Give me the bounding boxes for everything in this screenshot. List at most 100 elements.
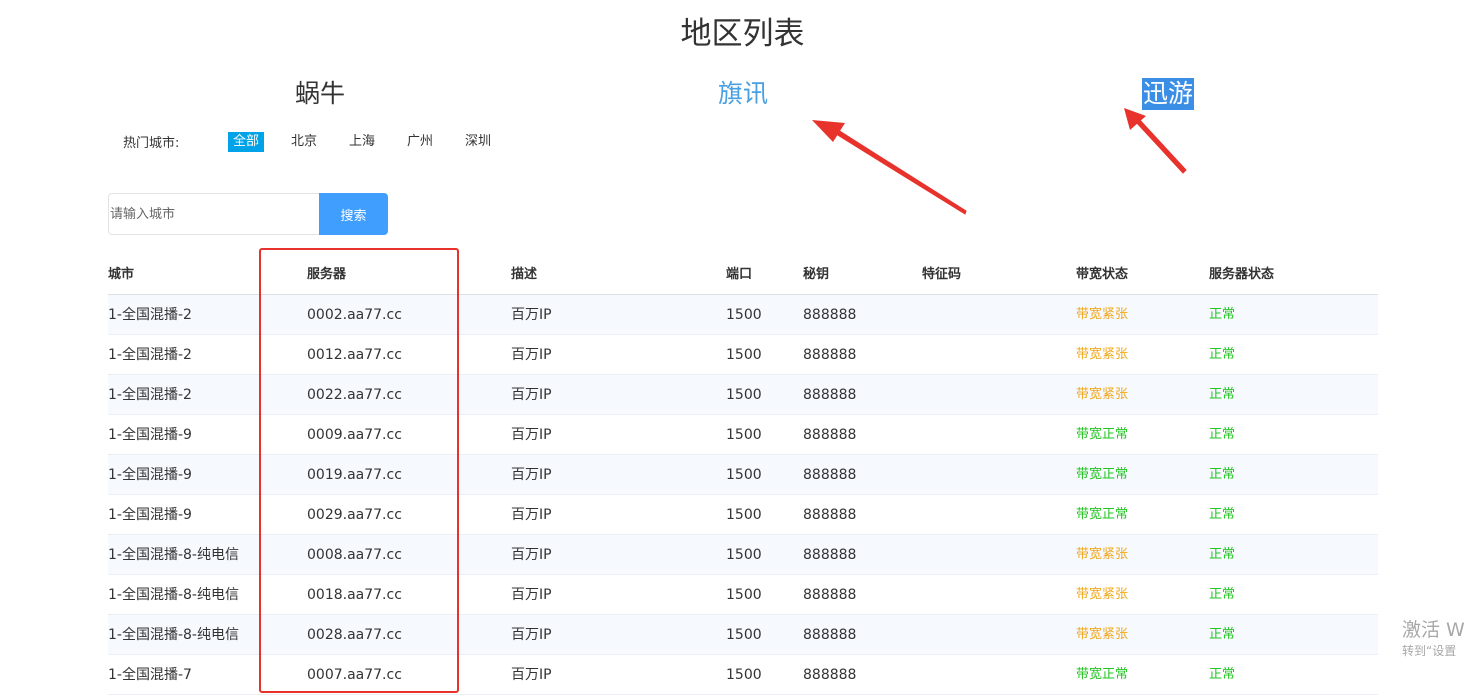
activate-windows-watermark: 激活 W 转到“设置 — [1402, 618, 1465, 660]
cell-key: 888888 — [803, 667, 857, 683]
cell-bandwidth-status: 带宽正常 — [1076, 427, 1129, 442]
cell-description: 百万IP — [511, 427, 552, 443]
cell-server-status: 正常 — [1209, 347, 1236, 362]
table-row: 1-全国混播-7 0007.aa77.cc 百万IP 1500 888888 带宽正常 正常 — [108, 655, 1378, 695]
cell-server-status: 正常 — [1209, 587, 1236, 602]
cell-description: 百万IP — [511, 627, 552, 643]
header-feature-code: 特征码 — [922, 267, 962, 282]
header-key: 秘钥 — [803, 267, 830, 282]
cell-bandwidth-status: 带宽紧张 — [1076, 587, 1129, 602]
cell-server-status: 正常 — [1209, 667, 1236, 682]
cell-server: 0029.aa77.cc — [307, 507, 402, 523]
cell-server-status: 正常 — [1209, 307, 1236, 322]
cell-server: 0018.aa77.cc — [307, 587, 402, 603]
page-title: 地区列表 — [680, 16, 805, 52]
header-server: 服务器 — [307, 267, 347, 282]
cell-city: 1-全国混播-8-纯电信 — [108, 587, 239, 603]
table-row: 1-全国混播-9 0019.aa77.cc 百万IP 1500 888888 带宽正常 正常 — [108, 455, 1378, 495]
cell-server: 0028.aa77.cc — [307, 627, 402, 643]
cell-key: 888888 — [803, 547, 857, 563]
provider-tab-woniu[interactable]: 蜗牛 — [295, 78, 345, 110]
provider-tab-qixun[interactable]: 旗讯 — [718, 78, 768, 110]
cell-port: 1500 — [726, 307, 762, 323]
cell-bandwidth-status: 带宽正常 — [1076, 467, 1129, 482]
table-row: 1-全国混播-8-纯电信 0028.aa77.cc 百万IP 1500 888888 带宽… — [108, 615, 1378, 655]
cell-server-status: 正常 — [1209, 427, 1236, 442]
cell-server-status: 正常 — [1209, 507, 1236, 522]
cell-port: 1500 — [726, 467, 762, 483]
cell-key: 888888 — [803, 507, 857, 523]
cell-key: 888888 — [803, 307, 857, 323]
cell-description: 百万IP — [511, 307, 552, 323]
cell-port: 1500 — [726, 667, 762, 683]
cell-server: 0008.aa77.cc — [307, 547, 402, 563]
cell-city: 1-全国混播-9 — [108, 427, 192, 443]
cell-server-status: 正常 — [1209, 627, 1236, 642]
cell-bandwidth-status: 带宽紧张 — [1076, 547, 1129, 562]
arrow-to-xunyou — [1124, 108, 1187, 174]
cell-city: 1-全国混播-2 — [108, 347, 192, 363]
cell-server-status: 正常 — [1209, 547, 1236, 562]
cell-city: 1-全国混播-7 — [108, 667, 192, 683]
table-row: 1-全国混播-2 0012.aa77.cc 百万IP 1500 888888 带宽紧张 正常 — [108, 335, 1378, 375]
cell-port: 1500 — [726, 507, 762, 523]
cell-description: 百万IP — [511, 387, 552, 403]
cell-city: 1-全国混播-9 — [108, 467, 192, 483]
cell-bandwidth-status: 带宽紧张 — [1076, 387, 1129, 402]
table-row: 1-全国混播-8-纯电信 0008.aa77.cc 百万IP 1500 888888 带宽… — [108, 535, 1378, 575]
header-description: 描述 — [511, 267, 538, 282]
cell-key: 888888 — [803, 467, 857, 483]
cell-port: 1500 — [726, 587, 762, 603]
city-search-input[interactable] — [108, 193, 320, 235]
server-table: 城市 服务器 描述 端口 秘钥 特征码 带宽状态 服务器状态 1-全国混播-2 0… — [108, 255, 1378, 695]
cell-server: 0012.aa77.cc — [307, 347, 402, 363]
table-row: 1-全国混播-9 0009.aa77.cc 百万IP 1500 888888 带宽正常 正常 — [108, 415, 1378, 455]
cell-server: 0007.aa77.cc — [307, 667, 402, 683]
table-body: 1-全国混播-2 0002.aa77.cc 百万IP 1500 888888 带宽紧张 正常… — [108, 295, 1378, 695]
cell-description: 百万IP — [511, 347, 552, 363]
city-filter-beijing[interactable]: 北京 — [291, 132, 317, 152]
cell-server: 0002.aa77.cc — [307, 307, 402, 323]
cell-description: 百万IP — [511, 667, 552, 683]
search-button[interactable]: 搜索 — [319, 193, 388, 235]
cell-server: 0009.aa77.cc — [307, 427, 402, 443]
cell-server-status: 正常 — [1209, 387, 1236, 402]
city-filter-guangzhou[interactable]: 广州 — [407, 132, 433, 152]
cell-bandwidth-status: 带宽正常 — [1076, 667, 1129, 682]
cell-city: 1-全国混播-9 — [108, 507, 192, 523]
cell-key: 888888 — [803, 587, 857, 603]
cell-bandwidth-status: 带宽正常 — [1076, 507, 1129, 522]
cell-server-status: 正常 — [1209, 467, 1236, 482]
cell-port: 1500 — [726, 427, 762, 443]
cell-description: 百万IP — [511, 587, 552, 603]
cell-description: 百万IP — [511, 547, 552, 563]
cell-city: 1-全国混播-8-纯电信 — [108, 627, 239, 643]
cell-server: 0019.aa77.cc — [307, 467, 402, 483]
city-filter-all[interactable]: 全部 — [228, 132, 265, 152]
cell-key: 888888 — [803, 427, 857, 443]
cell-port: 1500 — [726, 387, 762, 403]
header-port: 端口 — [726, 267, 753, 282]
cell-key: 888888 — [803, 387, 857, 403]
provider-tab-xunyou[interactable]: 迅游 — [1142, 78, 1195, 110]
table-row: 1-全国混播-2 0002.aa77.cc 百万IP 1500 888888 带宽紧张 正常 — [108, 295, 1378, 335]
watermark-line-1: 激活 W — [1402, 619, 1465, 641]
city-filter-shenzhen[interactable]: 深圳 — [465, 132, 491, 152]
cell-port: 1500 — [726, 347, 762, 363]
cell-description: 百万IP — [511, 467, 552, 483]
cell-city: 1-全国混播-8-纯电信 — [108, 547, 239, 563]
cell-port: 1500 — [726, 547, 762, 563]
cell-server: 0022.aa77.cc — [307, 387, 402, 403]
cell-key: 888888 — [803, 347, 857, 363]
cell-city: 1-全国混播-2 — [108, 307, 192, 323]
table-row: 1-全国混播-9 0029.aa77.cc 百万IP 1500 888888 带宽正常 正常 — [108, 495, 1378, 535]
header-city: 城市 — [108, 267, 135, 282]
header-bandwidth-status: 带宽状态 — [1076, 267, 1129, 282]
arrow-to-qixun — [812, 120, 967, 215]
cell-key: 888888 — [803, 627, 857, 643]
cell-bandwidth-status: 带宽紧张 — [1076, 347, 1129, 362]
cell-city: 1-全国混播-2 — [108, 387, 192, 403]
cell-port: 1500 — [726, 627, 762, 643]
cell-description: 百万IP — [511, 507, 552, 523]
city-filter-shanghai[interactable]: 上海 — [349, 132, 375, 152]
